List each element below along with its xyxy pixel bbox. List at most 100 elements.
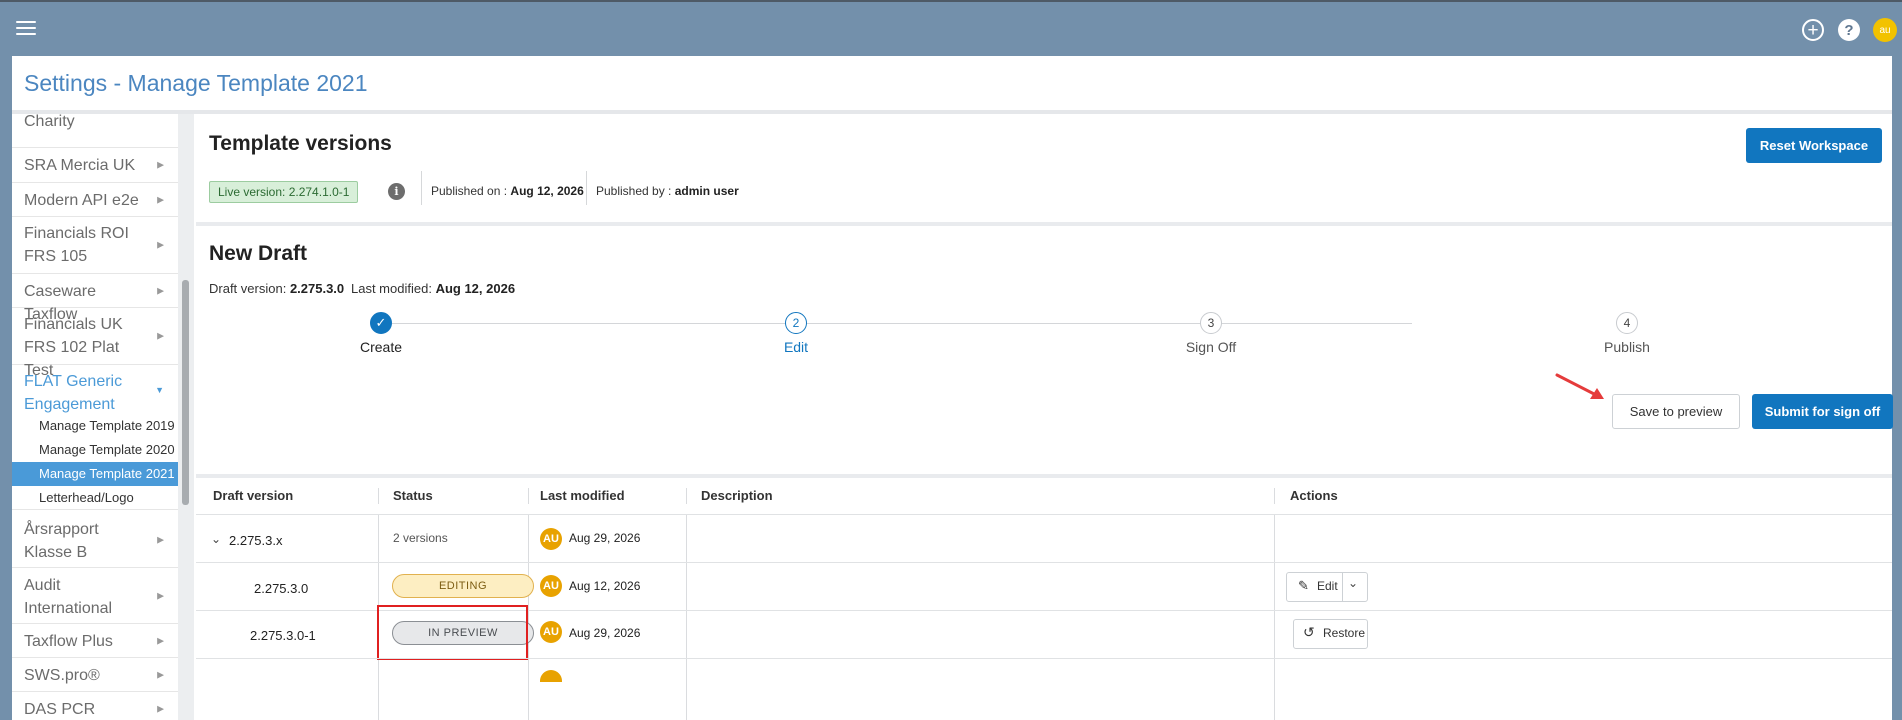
sidebar-item-label: SRA Mercia UK [24,157,136,174]
sidebar-item-sws-pro[interactable]: SWS.pro® ▶ [12,658,178,692]
published-by-label: Published by : [596,184,672,198]
sidebar-item-sra-mercia-uk[interactable]: SRA Mercia UK ▶ [12,148,178,183]
edit-split-button: ✎ Edit ⌄ [1286,572,1368,602]
sidebar-item-arsrapport[interactable]: Årsrapport Klasse B ▶ [12,512,178,568]
plus-circle-icon[interactable]: + [1802,19,1824,41]
meta-divider [421,171,422,205]
caret-right-icon: ▶ [157,239,164,250]
last-modified-cell: Aug 29, 2026 [569,626,641,640]
info-icon[interactable]: i [388,183,405,200]
sidebar-item-label: Taxflow Plus [24,633,113,650]
caret-right-icon: ▶ [157,590,164,600]
sidebar-item-caseware-taxflow[interactable]: Caseware Taxflow ▶ [12,274,178,323]
restore-label: Restore [1323,626,1366,640]
step-sign-off-label: Sign Off [1185,339,1237,355]
user-avatar[interactable]: au [1873,18,1897,42]
header-divider [378,488,379,504]
caret-down-icon: ▼ [155,384,164,395]
column-divider [1274,515,1275,720]
template-versions-title: Template versions [209,132,392,155]
split-divider [1342,573,1343,601]
draft-version-label: Draft version: [209,281,287,296]
caret-right-icon: ▶ [157,285,164,295]
draft-version: Draft version: 2.275.3.0 [209,281,344,296]
column-header-actions[interactable]: Actions [1290,488,1338,503]
column-divider [686,515,687,720]
step-create-check-icon[interactable]: ✓ [370,312,392,334]
template-versions-card: Template versions Reset Workspace Live v… [196,114,1892,222]
published-on-value: Aug 12, 2026 [510,184,584,198]
chevron-down-icon[interactable]: ⌄ [1348,576,1358,590]
last-modified-cell: Aug 12, 2026 [569,579,641,593]
main-content: Template versions Reset Workspace Live v… [196,114,1893,720]
sidebar-scrollbar[interactable] [182,280,189,505]
chevron-down-icon[interactable]: ⌄ [211,532,221,546]
header-divider [1274,488,1275,504]
pencil-icon: ✎ [1298,578,1309,593]
page-title: Settings - Manage Template 2021 [24,70,368,96]
sidebar-item-das-pcr[interactable]: DAS PCR ▶ [12,692,178,720]
top-bar: + ? au [0,0,1902,56]
sidebar-subitem-letterhead[interactable]: Letterhead/Logo [12,486,178,510]
sidebar-item-audit-international[interactable]: Audit International ▶ [12,568,178,624]
sidebar-item-charity[interactable]: Charity [12,114,178,148]
sidebar-item-taxflow-plus[interactable]: Taxflow Plus ▶ [12,624,178,658]
sidebar-item-label: Modern API e2e [24,192,139,209]
avatar: AU [540,528,562,550]
status-cell: 2 versions [393,531,448,545]
hamburger-menu-icon[interactable] [16,21,36,37]
draft-version-cell: 2.275.3.x [229,533,283,548]
edit-button[interactable]: Edit [1317,579,1338,593]
sidebar-item-financials-roi[interactable]: Financials ROI FRS 105 ▶ [12,217,178,274]
avatar [540,670,562,682]
header-divider [528,488,529,504]
sidebar-item-label: Financials ROI FRS 105 [24,225,129,265]
sidebar-subitem-template-2021[interactable]: Manage Template 2021 [12,462,178,486]
step-create-label: Create [359,339,403,355]
draft-version-cell: 2.275.3.0-1 [250,628,316,643]
header-row-line [196,514,1892,515]
sidebar-item-modern-api[interactable]: Modern API e2e ▶ [12,183,178,217]
last-modified-label: Last modified: [351,281,432,296]
caret-right-icon: ▶ [157,669,164,679]
step-sign-off-circle[interactable]: 3 [1200,312,1222,334]
column-header-status[interactable]: Status [393,488,433,503]
submit-for-sign-off-button[interactable]: Submit for sign off [1752,394,1893,429]
sidebar-item-label: Årsrapport Klasse B [24,521,99,561]
sidebar-item-label: Charity [24,114,75,130]
stepper-track [392,323,1412,324]
save-to-preview-button[interactable]: Save to preview [1612,394,1740,429]
column-header-draft-version[interactable]: Draft version [213,488,293,503]
published-by-value: admin user [674,184,739,198]
column-header-description[interactable]: Description [701,488,773,503]
column-header-last-modified[interactable]: Last modified [540,488,625,503]
sidebar: Charity SRA Mercia UK ▶ Modern API e2e ▶… [12,114,179,720]
help-icon[interactable]: ? [1838,19,1860,41]
avatar: AU [540,575,562,597]
last-modified-cell: Aug 29, 2026 [569,531,641,545]
sidebar-item-label: DAS PCR [24,701,96,718]
last-modified: Last modified: Aug 12, 2026 [351,281,515,296]
status-badge-editing: EDITING [392,574,534,598]
draft-version-cell: 2.275.3.0 [254,581,309,596]
reset-workspace-button[interactable]: Reset Workspace [1746,128,1882,163]
header-divider [686,488,687,504]
restore-button[interactable]: ↺ Restore [1293,619,1368,649]
live-version-badge: Live version: 2.274.1.0-1 [209,181,359,203]
sidebar-item-financials-uk[interactable]: Financials UK FRS 102 Plat Test ▶ [12,308,178,379]
caret-right-icon: ▶ [157,194,164,204]
published-on-label: Published on : [431,184,508,198]
step-edit-label: Edit [783,339,809,355]
sidebar-item-label: FLAT Generic Engagement [24,373,123,413]
caret-right-icon: ▶ [157,534,164,544]
sidebar-subitem-template-2019[interactable]: Manage Template 2019 [12,414,178,438]
sidebar-subitem-template-2020[interactable]: Manage Template 2020 [12,438,178,462]
sidebar-item-flat-generic[interactable]: FLAT Generic Engagement ▼ [12,365,178,414]
caret-right-icon: ▶ [157,159,164,170]
published-by: Published by : admin user [596,184,739,198]
last-modified-value: Aug 12, 2026 [435,281,516,296]
new-draft-title: New Draft [209,242,308,265]
step-publish-circle[interactable]: 4 [1616,312,1638,334]
step-edit-circle[interactable]: 2 [785,312,807,334]
caret-right-icon: ▶ [157,635,164,645]
